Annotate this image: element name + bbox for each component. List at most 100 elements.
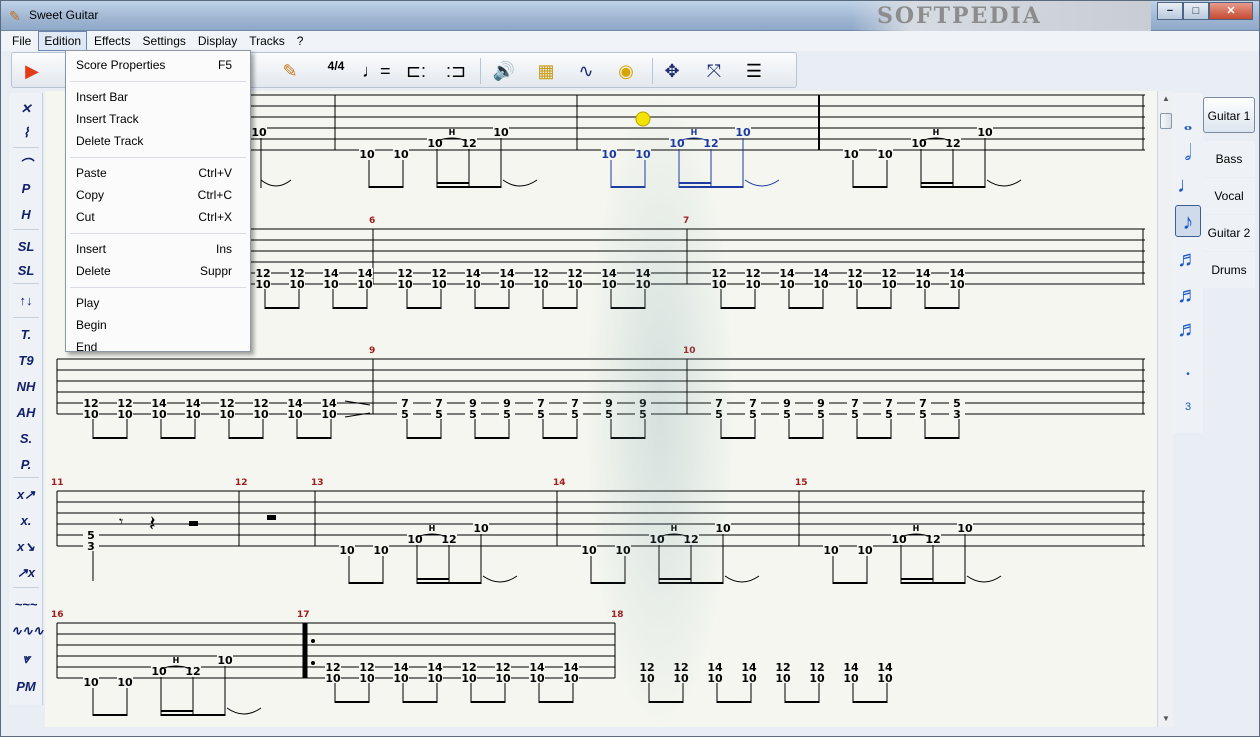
sixty-fourth-note-icon[interactable]: ♬ <box>1175 313 1201 345</box>
effect-tool-21-icon[interactable]: PM <box>11 675 41 699</box>
effect-tool-13-icon[interactable]: P. <box>11 453 41 477</box>
menu-item-play[interactable]: Play <box>66 293 250 313</box>
fret-number: 10 <box>323 278 339 291</box>
effect-tool-4-icon[interactable]: H <box>11 203 41 227</box>
fret-number: 10 <box>393 672 409 685</box>
menu-item-copy[interactable]: Copy Ctrl+C <box>66 185 250 205</box>
track-tab-vocal[interactable]: Vocal <box>1203 178 1255 214</box>
note-beam <box>297 437 331 439</box>
scroll-thumb[interactable] <box>1160 113 1172 129</box>
eighth-note-icon[interactable]: ♪ <box>1175 205 1201 237</box>
menu-item-end[interactable]: End <box>66 337 250 357</box>
fret-number: 10 <box>359 672 375 685</box>
track-tab-guitar-2[interactable]: Guitar 2 <box>1203 215 1255 251</box>
minimize-button[interactable]: − <box>1157 2 1183 20</box>
note-beam <box>789 307 823 309</box>
menu-item-shortcut: Ctrl+C <box>197 188 232 202</box>
effect-tool-7-icon[interactable]: ↑↓ <box>11 289 41 313</box>
effect-tool-10-icon[interactable]: NH <box>11 375 41 399</box>
close-button[interactable]: ✕ <box>1209 2 1253 20</box>
triplet-note-icon[interactable]: 3 <box>1175 391 1201 423</box>
repeat-start-icon[interactable]: ⊏: <box>402 57 430 85</box>
fret-number: 10 <box>775 672 791 685</box>
menu-edition[interactable]: Edition <box>38 31 88 51</box>
half-note-icon[interactable]: 𝅗𝅥 <box>1175 137 1201 169</box>
effect-tool-9-icon[interactable]: T9 <box>11 349 41 373</box>
dot-note-icon[interactable]: • <box>1175 359 1201 391</box>
whole-note-icon[interactable]: 𝅝 <box>1175 107 1201 139</box>
menu-item-insert-track[interactable]: Insert Track <box>66 109 250 129</box>
effect-tool-15-icon[interactable]: x. <box>11 509 41 533</box>
maximize-button[interactable]: □ <box>1183 2 1209 20</box>
effect-tool-1-icon[interactable]: ⌇ <box>11 121 41 145</box>
note-beam <box>229 437 263 439</box>
sixteenth-note-icon[interactable]: ♬ <box>1175 243 1201 275</box>
tuner-icon[interactable]: ◉ <box>612 57 640 85</box>
guitar-icon[interactable]: ✎ <box>276 57 304 85</box>
menu-effects[interactable]: Effects <box>89 32 135 50</box>
effect-tool-0-icon[interactable]: ✕ <box>11 97 41 121</box>
tool-separator <box>13 283 39 284</box>
fret-number: 10 <box>289 278 305 291</box>
effect-tool-2-icon[interactable]: ⌒ <box>11 153 41 177</box>
effect-tool-20-icon[interactable]: ⩔ <box>11 647 41 671</box>
menu-item-delete-track[interactable]: Delete Track <box>66 131 250 151</box>
fret-number: 10 <box>251 126 267 139</box>
menu-tracks[interactable]: Tracks <box>244 32 290 50</box>
menu-settings[interactable]: Settings <box>138 32 191 50</box>
amplifier-icon[interactable]: ▦ <box>532 57 560 85</box>
vertical-scrollbar[interactable]: ▲ ▼ <box>1157 91 1173 727</box>
repeat-end-icon[interactable]: :⊐ <box>442 57 470 85</box>
title-bar[interactable]: ✎ Sweet Guitar SOFTPEDIA − □ ✕ <box>1 1 1259 31</box>
menu-item-cut[interactable]: Cut Ctrl+X <box>66 207 250 227</box>
quarter-note-icon[interactable]: ♩ <box>1175 169 1201 201</box>
effect-tool-19-icon[interactable]: ∿∿∿ <box>11 619 44 643</box>
menu-item-label: Insert <box>76 242 107 256</box>
track-tab-bass[interactable]: Bass <box>1203 141 1255 177</box>
menu-item-label: Copy <box>76 188 105 202</box>
effect-tool-3-icon[interactable]: P <box>11 177 41 201</box>
effect-tool-14-icon[interactable]: x↗ <box>11 483 41 507</box>
menu-display[interactable]: Display <box>193 32 242 50</box>
note-beam <box>437 182 469 184</box>
move-icon[interactable]: ✥ <box>658 57 686 85</box>
menu-item-begin[interactable]: Begin <box>66 315 250 335</box>
hammer-on-label: H <box>173 656 180 665</box>
play-icon[interactable]: ▶ <box>18 57 46 85</box>
effect-tool-17-icon[interactable]: ↗x <box>11 561 41 585</box>
menu-item-insert-bar[interactable]: Insert Bar <box>66 87 250 107</box>
effect-tool-8-icon[interactable]: T. <box>11 323 41 347</box>
menu-item-score-properties[interactable]: Score Properties F5 <box>66 55 250 75</box>
measure-number: 16 <box>51 610 64 620</box>
menu-item-delete[interactable]: Delete Suppr <box>66 261 250 281</box>
scroll-up-arrow-icon[interactable]: ▲ <box>1158 91 1174 107</box>
effect-tool-11-icon[interactable]: AH <box>11 401 41 425</box>
repeat-dot <box>311 639 315 643</box>
collapse-icon[interactable]: ⤧ <box>700 57 728 85</box>
menu-item-paste[interactable]: Paste Ctrl+V <box>66 163 250 183</box>
note-beam <box>789 437 823 439</box>
menu-file[interactable]: File <box>7 32 36 50</box>
effect-tool-16-icon[interactable]: x↘ <box>11 535 41 559</box>
thirty-second-note-icon[interactable]: ♬ <box>1175 279 1201 311</box>
fret-number: 10 <box>891 533 907 546</box>
track-tab-drums[interactable]: Drums <box>1203 252 1255 288</box>
sine-wave-icon[interactable]: ∿ <box>572 57 600 85</box>
effect-tool-18-icon[interactable]: ~~~ <box>11 593 41 617</box>
note-beam <box>857 307 891 309</box>
scroll-down-arrow-icon[interactable]: ▼ <box>1158 711 1174 727</box>
tool-separator <box>13 587 39 588</box>
time-signature-icon[interactable]: 4/4 <box>322 57 350 85</box>
menu-separator <box>70 157 246 158</box>
track-tab-guitar-1[interactable]: Guitar 1 <box>1203 97 1255 133</box>
menu-item-insert[interactable]: Insert Ins <box>66 239 250 259</box>
list-view-icon[interactable]: ☰ <box>740 57 768 85</box>
volume-icon[interactable]: 🔊 <box>490 57 518 85</box>
effect-tool-5-icon[interactable]: SL <box>11 235 41 259</box>
fret-number: 10 <box>495 672 511 685</box>
menu-separator <box>70 287 246 288</box>
effect-tool-12-icon[interactable]: S. <box>11 427 41 451</box>
effect-tool-6-icon[interactable]: SL <box>11 259 41 283</box>
menu-help[interactable]: ? <box>292 32 309 50</box>
tempo-icon[interactable]: ♩= <box>362 57 391 85</box>
